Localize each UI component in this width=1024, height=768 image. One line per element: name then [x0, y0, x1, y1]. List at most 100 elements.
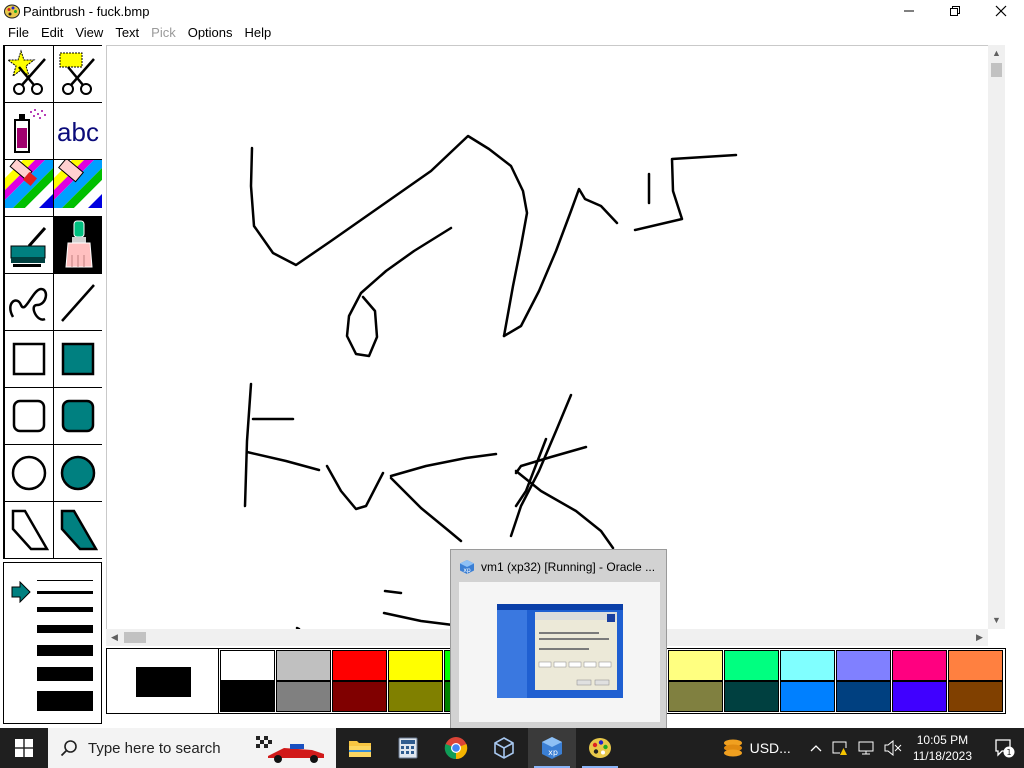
taskbar-thumbnail-preview[interactable]: xp vm1 (xp32) [Running] - Oracle ... [450, 549, 667, 729]
palette-color-top-3[interactable] [332, 650, 387, 681]
menu-options[interactable]: Options [182, 23, 239, 43]
title-bar: Paintbrush - fuck.bmp [0, 0, 1024, 22]
taskbar-file-explorer[interactable] [336, 728, 384, 768]
menu-file[interactable]: File [2, 23, 35, 43]
palette-color-top-12[interactable] [836, 650, 891, 681]
security-warning-icon[interactable] [832, 740, 848, 756]
clock-time: 10:05 PM [916, 733, 969, 747]
notification-icon: 1 [995, 739, 1015, 758]
palette-color-bottom-3[interactable] [332, 681, 387, 712]
calculator-icon [398, 737, 418, 759]
restore-icon [950, 6, 960, 16]
palette-color-top-14[interactable] [948, 650, 1003, 681]
tool-filled-box[interactable] [54, 331, 102, 387]
tool-box[interactable] [5, 331, 53, 387]
tool-line[interactable] [54, 274, 102, 330]
tool-rounded-box[interactable] [5, 388, 53, 444]
tool-brush-selected[interactable] [54, 217, 102, 273]
tool-curve[interactable] [5, 274, 53, 330]
palette-color-top-1[interactable] [220, 650, 275, 681]
line-width-selector [3, 562, 102, 724]
palette-color-bottom-9[interactable] [668, 681, 723, 712]
menu-view[interactable]: View [69, 23, 109, 43]
close-button[interactable] [978, 0, 1024, 22]
tool-filled-polygon[interactable] [54, 502, 102, 558]
window-title: Paintbrush - fuck.bmp [23, 3, 150, 19]
taskbar-paintbrush[interactable] [576, 728, 624, 768]
vertical-scrollbar[interactable]: ▲ ▼ [988, 45, 1005, 629]
text-tool-label: abc [57, 117, 99, 147]
palette-color-top-11[interactable] [780, 650, 835, 681]
palette-color-bottom-10[interactable] [724, 681, 779, 712]
currency-widget[interactable]: USD... [750, 740, 791, 756]
line-width-3[interactable] [37, 607, 93, 612]
notification-center-button[interactable]: 1 [984, 737, 1024, 759]
minimize-button[interactable] [886, 0, 932, 22]
menu-help[interactable]: Help [239, 23, 278, 43]
start-button[interactable] [0, 728, 48, 768]
palette-color-top-9[interactable] [668, 650, 723, 681]
show-hidden-icons-chevron-icon[interactable] [810, 744, 822, 752]
tool-airbrush[interactable] [5, 103, 53, 159]
tool-free-select[interactable] [5, 46, 53, 102]
taskbar-clock[interactable]: 10:05 PM 11/18/2023 [913, 732, 972, 764]
scroll-right-arrow-icon[interactable]: ▶ [971, 629, 988, 646]
search-highlight-race-car-icon [256, 736, 324, 763]
network-icon[interactable] [858, 740, 874, 756]
scroll-down-arrow-icon[interactable]: ▼ [988, 612, 1005, 629]
horizontal-scroll-thumb[interactable] [124, 632, 146, 643]
tool-filled-rounded-box[interactable] [54, 388, 102, 444]
vertical-scroll-thumb[interactable] [991, 63, 1002, 77]
line-width-6[interactable] [37, 667, 93, 681]
minimize-icon [904, 10, 914, 12]
palette-color-bottom-13[interactable] [892, 681, 947, 712]
vm-screen-preview [459, 582, 660, 722]
tool-circle[interactable] [5, 445, 53, 501]
line-width-2[interactable] [37, 591, 93, 594]
cube-icon [494, 737, 514, 759]
tool-text[interactable]: abc [54, 103, 102, 159]
taskbar-calculator-app[interactable] [384, 728, 432, 768]
menu-edit[interactable]: Edit [35, 23, 69, 43]
thumbnail-title: vm1 (xp32) [Running] - Oracle ... [481, 560, 656, 574]
scroll-up-arrow-icon[interactable]: ▲ [988, 45, 1005, 62]
palette-color-bottom-11[interactable] [780, 681, 835, 712]
scroll-left-arrow-icon[interactable]: ◀ [106, 629, 123, 646]
tool-color-eraser[interactable] [5, 160, 53, 216]
palette-color-top-2[interactable] [276, 650, 331, 681]
tool-rect-select[interactable] [54, 46, 102, 102]
line-width-1[interactable] [37, 580, 93, 581]
eraser-icon [54, 160, 102, 208]
menu-text[interactable]: Text [109, 23, 145, 43]
line-width-4[interactable] [37, 625, 93, 633]
drawing-canvas[interactable] [106, 45, 990, 630]
tool-paint-roller[interactable] [5, 217, 53, 273]
palette-color-bottom-1[interactable] [220, 681, 275, 712]
line-width-7[interactable] [37, 691, 93, 711]
palette-color-bottom-12[interactable] [836, 681, 891, 712]
palette-color-top-10[interactable] [724, 650, 779, 681]
taskbar-virtualbox-vm[interactable]: xp [528, 728, 576, 768]
line-width-5[interactable] [37, 645, 93, 656]
color-eraser-icon [5, 160, 53, 208]
palette-color-bottom-2[interactable] [276, 681, 331, 712]
taskbar-search-box[interactable]: Type here to search [48, 728, 336, 768]
taskbar-chrome[interactable] [432, 728, 480, 768]
menu-bar: File Edit View Text Pick Options Help [0, 23, 277, 43]
taskbar-3d-viewer[interactable] [480, 728, 528, 768]
svg-text:xp: xp [463, 567, 471, 574]
notification-count: 1 [1006, 748, 1011, 757]
palette-color-bottom-4[interactable] [388, 681, 443, 712]
star-scissors-icon [7, 49, 46, 95]
chrome-icon [444, 737, 468, 760]
restore-button[interactable] [932, 0, 978, 22]
thumbnail-title-row: xp vm1 (xp32) [Running] - Oracle ... [459, 558, 658, 576]
tool-filled-circle[interactable] [54, 445, 102, 501]
palette-color-top-4[interactable] [388, 650, 443, 681]
tool-eraser[interactable] [54, 160, 102, 216]
volume-muted-icon[interactable] [884, 740, 902, 756]
palette-color-bottom-14[interactable] [948, 681, 1003, 712]
freehand-drawing [243, 134, 738, 630]
palette-color-top-13[interactable] [892, 650, 947, 681]
tool-polygon[interactable] [5, 502, 53, 558]
